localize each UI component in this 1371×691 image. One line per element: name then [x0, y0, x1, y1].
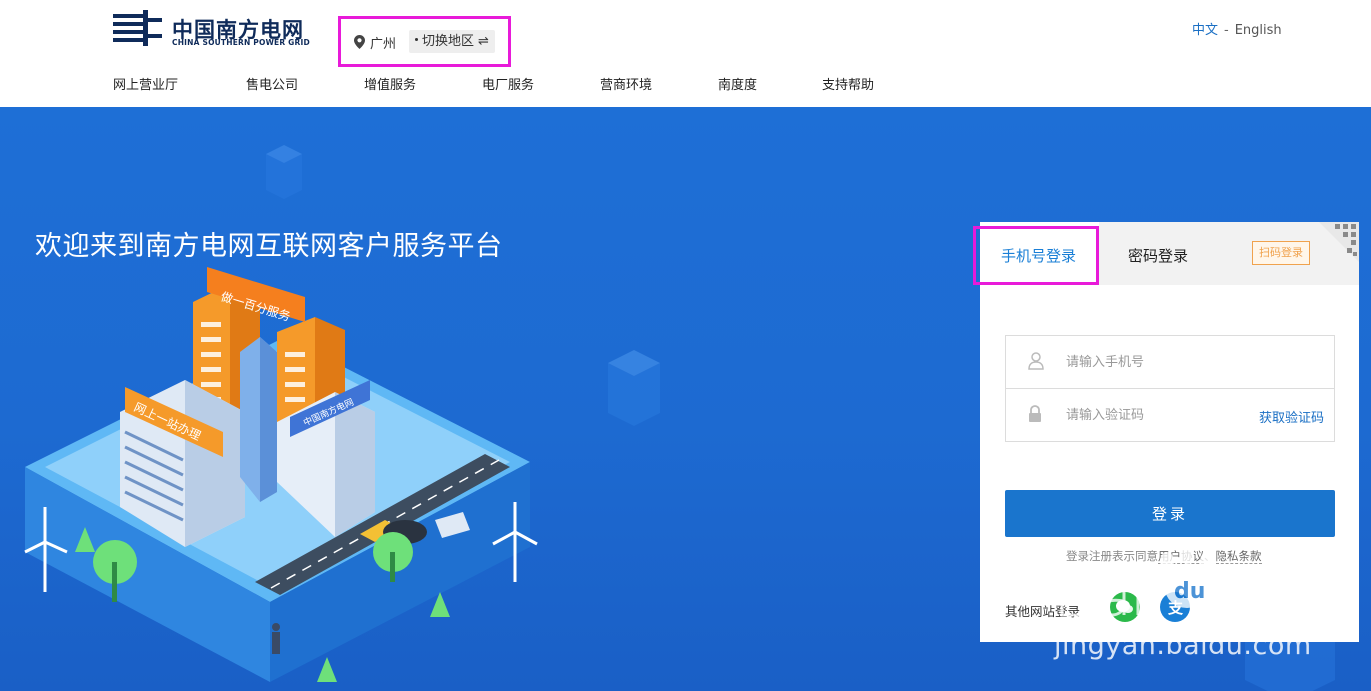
nav-item-business-env[interactable]: 营商环境 [600, 74, 652, 93]
location-pin-icon [354, 35, 365, 49]
verification-code-input[interactable] [1066, 403, 1246, 427]
svg-text:du: du [1174, 579, 1205, 604]
tab-password-login[interactable]: 密码登录 [1128, 245, 1188, 266]
lock-icon [1029, 405, 1041, 422]
login-form-fields: 获取验证码 [1005, 335, 1335, 442]
watermark-brand-text: 经验 [1212, 572, 1280, 612]
current-city: 广州 [370, 37, 397, 52]
qr-login-badge[interactable]: 扫码登录 [1252, 241, 1310, 265]
login-button[interactable]: 登录 [1005, 490, 1335, 537]
qr-code-icon[interactable] [1319, 222, 1359, 262]
language-switcher: 中文 - English [1192, 19, 1282, 38]
nav-item-help[interactable]: 支持帮助 [822, 74, 874, 93]
nav-item-sales-company[interactable]: 售电公司 [246, 74, 298, 93]
lang-separator: - [1224, 23, 1229, 38]
nav-item-nandudu[interactable]: 南度度 [718, 74, 757, 93]
switch-region-button[interactable]: 切换地区 ⇌ [409, 30, 495, 53]
city-illustration: 做一百分服务 网上一站办理 中国南方电网 [24, 267, 538, 682]
nav-item-value-added[interactable]: 增值服务 [364, 74, 416, 93]
baidu-watermark-logo: du 经验 [1060, 546, 1281, 617]
phone-tab-highlight [973, 226, 1099, 285]
logo[interactable]: 中国南方电网 CHINA SOUTHERN POWER GRID [113, 10, 328, 50]
phone-field-row [1006, 336, 1334, 389]
lang-english-link[interactable]: English [1235, 23, 1282, 38]
cube-decoration [608, 350, 660, 426]
cube-decoration [266, 145, 302, 199]
watermark-url: jingyan.baidu.com [1054, 630, 1312, 661]
get-code-link[interactable]: 获取验证码 [1259, 407, 1324, 426]
lang-chinese-link[interactable]: 中文 [1192, 23, 1218, 38]
phone-input[interactable] [1066, 350, 1246, 374]
bullet-icon [415, 38, 418, 41]
swap-arrows-icon: ⇌ [478, 34, 489, 49]
switch-region-label: 切换地区 [422, 34, 475, 49]
code-field-row: 获取验证码 [1006, 389, 1334, 442]
csg-logo-icon [113, 10, 162, 46]
region-selector[interactable]: 广州 切换地区 ⇌ [338, 16, 511, 67]
welcome-title: 欢迎来到南方电网互联网客户服务平台 [35, 231, 503, 262]
logo-english: CHINA SOUTHERN POWER GRID [172, 38, 310, 47]
nav-item-power-plant[interactable]: 电厂服务 [482, 74, 534, 93]
user-icon [1028, 352, 1044, 370]
nav-item-online-hall[interactable]: 网上营业厅 [113, 74, 178, 93]
site-header: 中国南方电网 CHINA SOUTHERN POWER GRID 广州 切换地区… [0, 0, 1371, 107]
